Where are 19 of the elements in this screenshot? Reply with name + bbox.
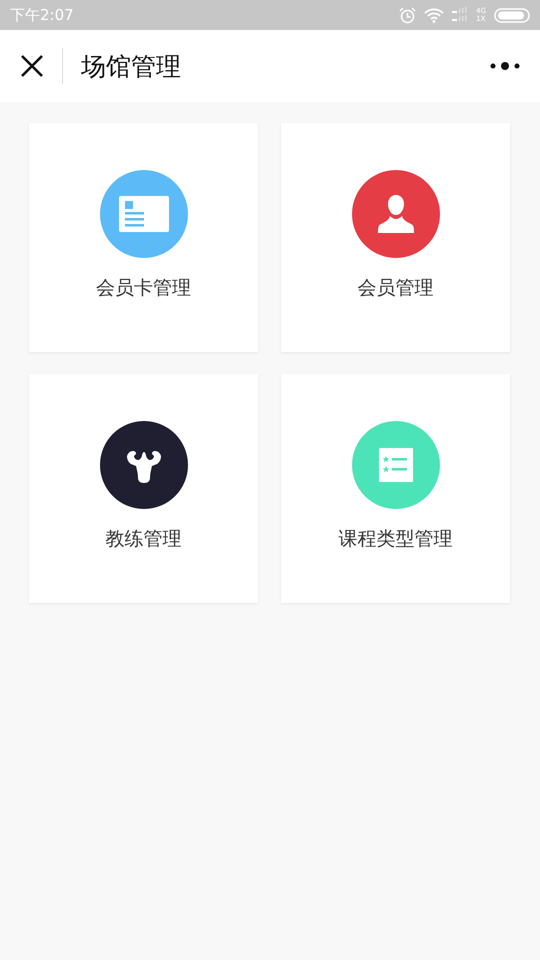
page-title: 场馆管理 <box>81 50 181 82</box>
signal-icon <box>452 7 468 23</box>
list-icon <box>378 448 412 482</box>
wifi-icon <box>424 8 444 22</box>
id-card-icon <box>118 196 168 232</box>
card-label: 会员卡管理 <box>96 276 191 301</box>
person-icon <box>378 195 414 233</box>
card-label: 教练管理 <box>106 527 182 552</box>
more-icon[interactable] <box>490 61 520 71</box>
alarm-icon <box>399 6 416 24</box>
menu-card[interactable]: 教练管理 <box>29 374 258 603</box>
menu-card[interactable]: 会员管理 <box>281 123 510 352</box>
menu-card[interactable]: 会员卡管理 <box>29 123 258 352</box>
menu-card[interactable]: 课程类型管理 <box>281 374 510 603</box>
card-label: 会员管理 <box>358 276 434 301</box>
close-icon[interactable] <box>20 54 44 78</box>
status-time: 下午2:07 <box>10 6 74 24</box>
card-label: 课程类型管理 <box>338 527 452 552</box>
battery-icon <box>494 8 530 22</box>
